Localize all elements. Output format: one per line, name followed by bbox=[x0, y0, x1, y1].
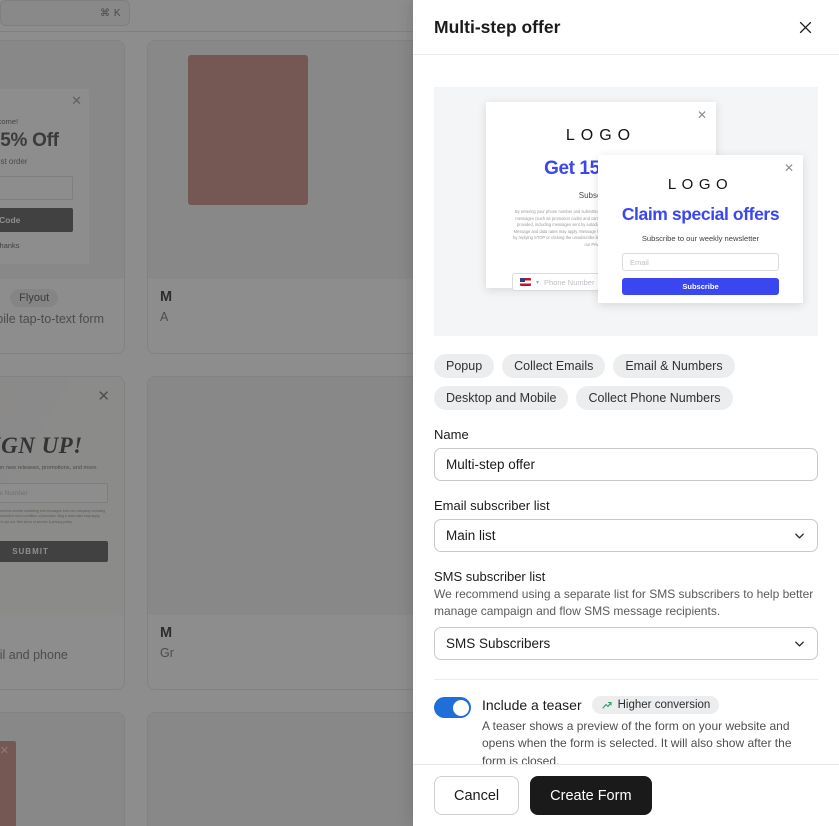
popup-logo: LOGO bbox=[667, 176, 734, 193]
teaser-section: Include a teaser Higher conversion A tea… bbox=[434, 680, 818, 764]
sms-list-label: SMS subscriber list bbox=[434, 569, 546, 584]
toggle-knob bbox=[452, 699, 469, 716]
name-input[interactable] bbox=[434, 448, 818, 481]
modal-title: Multi-step offer bbox=[434, 16, 561, 37]
trending-up-icon bbox=[602, 702, 612, 709]
popup-email-field[interactable]: Email bbox=[622, 253, 779, 271]
name-label: Name bbox=[434, 427, 469, 442]
email-list-select[interactable]: Main list bbox=[434, 519, 818, 552]
sms-list-select[interactable]: SMS Subscribers bbox=[434, 627, 818, 661]
create-form-button[interactable]: Create Form bbox=[530, 776, 652, 815]
popup-email-placeholder: Email bbox=[630, 257, 649, 267]
popup-headline: Claim special offers bbox=[621, 204, 780, 224]
close-button[interactable] bbox=[792, 14, 818, 40]
higher-conversion-badge: Higher conversion bbox=[591, 696, 720, 715]
name-field-group: Name bbox=[434, 427, 818, 481]
preview-popup-front: ✕ LOGO Claim special offers Subscribe to… bbox=[598, 155, 803, 303]
close-icon: ✕ bbox=[696, 108, 707, 122]
chevron-down-icon: ▾ bbox=[536, 279, 540, 286]
tag-collect-emails: Collect Emails bbox=[502, 354, 606, 378]
sms-list-help-text: We recommend using a separate list for S… bbox=[434, 587, 814, 619]
higher-conversion-badge-label: Higher conversion bbox=[617, 699, 711, 712]
popup-logo: LOGO bbox=[565, 127, 637, 144]
cancel-button[interactable]: Cancel bbox=[434, 776, 520, 815]
create-form-modal: Multi-step offer ✕ LOGO Get 15% OFF Subs… bbox=[413, 0, 839, 826]
close-icon bbox=[799, 21, 811, 33]
modal-footer: Cancel Create Form bbox=[413, 764, 839, 826]
attribute-tag-list: Popup Collect Emails Email & Numbers Des… bbox=[434, 354, 818, 410]
tag-desktop-and-mobile: Desktop and Mobile bbox=[434, 386, 569, 410]
tag-popup: Popup bbox=[434, 354, 495, 378]
popup-subscribe-button[interactable]: Subscribe bbox=[622, 278, 779, 295]
us-flag-icon bbox=[520, 278, 531, 286]
modal-header: Multi-step offer bbox=[413, 0, 839, 54]
close-icon: ✕ bbox=[783, 161, 794, 175]
popup-subheadline: Subscribe to our weekly newsletter bbox=[641, 234, 760, 243]
modal-body: ✕ LOGO Get 15% OFF Subscribe to By enter… bbox=[413, 54, 839, 764]
email-list-label: Email subscriber list bbox=[434, 498, 550, 513]
form-preview: ✕ LOGO Get 15% OFF Subscribe to By enter… bbox=[434, 87, 818, 336]
tag-collect-phone-numbers: Collect Phone Numbers bbox=[576, 386, 733, 410]
include-teaser-label: Include a teaser bbox=[482, 697, 582, 714]
popup-phone-placeholder: Phone Number bbox=[544, 277, 595, 287]
include-teaser-toggle[interactable] bbox=[434, 697, 471, 719]
email-list-field-group: Email subscriber list Main list bbox=[434, 498, 818, 552]
tag-email-and-numbers: Email & Numbers bbox=[613, 354, 735, 378]
sms-list-field-group: SMS subscriber list We recommend using a… bbox=[434, 569, 818, 661]
teaser-description: A teaser shows a preview of the form on … bbox=[482, 719, 792, 764]
